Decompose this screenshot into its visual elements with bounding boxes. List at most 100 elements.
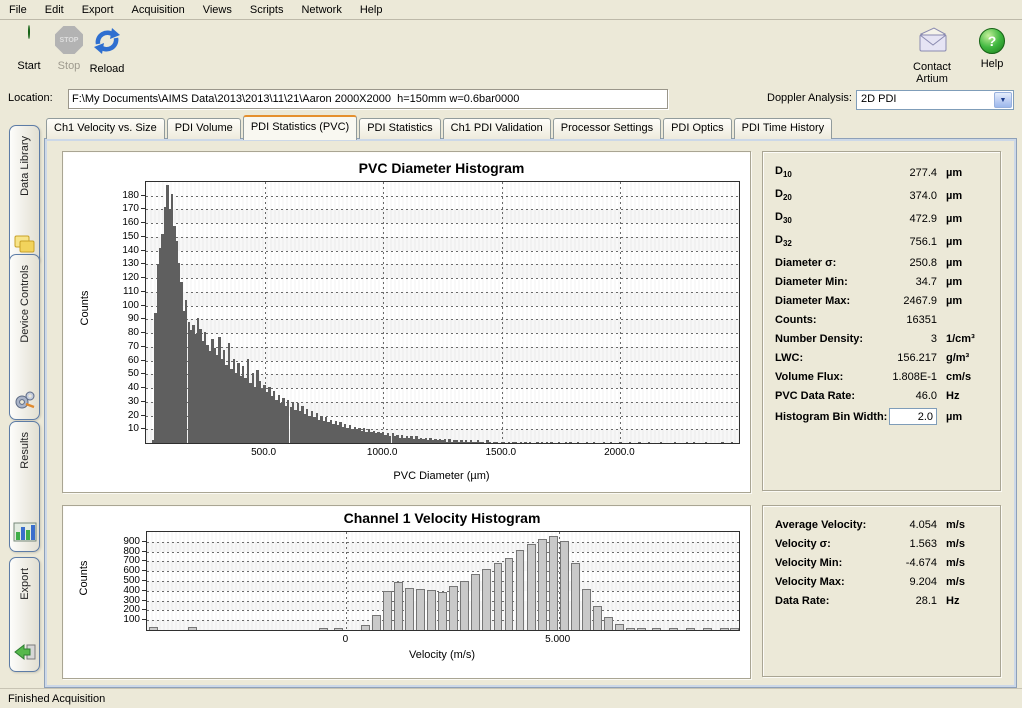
- sidebar-item-label: Results: [19, 432, 31, 469]
- reload-icon: [92, 26, 122, 56]
- location-label: Location:: [8, 92, 53, 104]
- gears-icon: [13, 389, 37, 411]
- sidebar-item-label: Export: [19, 568, 31, 600]
- menu-item-help[interactable]: Help: [351, 2, 392, 18]
- stat-row-number-density: Number Density:31/cm³: [775, 329, 990, 348]
- stat-row-velocity-min: Velocity Min:-4.674m/s: [775, 553, 990, 572]
- gridline: [147, 581, 739, 582]
- tab-pdi-volume[interactable]: PDI Volume: [167, 118, 241, 139]
- bar-chart-icon: [13, 521, 37, 543]
- stat-label: Number Density:: [775, 333, 875, 345]
- tab-pdi-optics[interactable]: PDI Optics: [663, 118, 732, 139]
- gridline: [147, 542, 739, 543]
- velocity-y-axis-label: Counts: [78, 548, 90, 608]
- velocity-histogram-panel: Channel 1 Velocity Histogram Counts Velo…: [62, 505, 751, 679]
- y-tick-label: 100: [106, 614, 140, 625]
- stat-label: Average Velocity:: [775, 519, 875, 531]
- sidebar-item-export[interactable]: Export: [9, 557, 40, 672]
- stat-value: 46.0: [875, 390, 937, 402]
- stat-row-d32: D32756.1µm: [775, 230, 990, 253]
- menu-item-edit[interactable]: Edit: [36, 2, 73, 18]
- gridline: [147, 561, 739, 562]
- menu-item-file[interactable]: File: [0, 2, 36, 18]
- stat-value: 472.9: [875, 213, 937, 225]
- tab-ch1-pdi-validation[interactable]: Ch1 PDI Validation: [443, 118, 551, 139]
- y-tick-label: 160: [105, 217, 139, 228]
- y-tick-label: 100: [105, 300, 139, 311]
- tab-pdi-statistics[interactable]: PDI Statistics: [359, 118, 440, 139]
- stat-row-d10: D10277.4µm: [775, 161, 990, 184]
- stat-value: 250.8: [875, 257, 937, 269]
- histogram-bin-width-input[interactable]: [889, 408, 937, 425]
- stat-unit: Hz: [937, 595, 990, 607]
- y-tick-label: 500: [106, 575, 140, 586]
- tab-pdi-time-history[interactable]: PDI Time History: [734, 118, 833, 139]
- stat-label: Counts:: [775, 314, 875, 326]
- sidebar-item-data-library[interactable]: Data Library: [9, 125, 40, 265]
- tab-pdi-statistics-pvc[interactable]: PDI Statistics (PVC): [243, 115, 357, 140]
- pvc-stats-panel: D10277.4µmD20374.0µmD30472.9µmD32756.1µm…: [762, 151, 1001, 491]
- gridline: [146, 223, 739, 224]
- stat-value: 1.563: [875, 538, 937, 550]
- stat-value: 4.054: [875, 519, 937, 531]
- stat-value: 34.7: [875, 276, 937, 288]
- menu-item-scripts[interactable]: Scripts: [241, 2, 293, 18]
- y-tick-label: 180: [105, 190, 139, 201]
- stat-unit: g/m³: [937, 352, 990, 364]
- stat-unit: µm: [937, 213, 990, 225]
- y-tick-label: 400: [106, 585, 140, 596]
- gridline: [147, 552, 739, 553]
- tab-ch1-velocity-vs-size[interactable]: Ch1 Velocity vs. Size: [46, 118, 165, 139]
- sidebar-item-label: Data Library: [19, 136, 31, 196]
- x-tick-label: 5.000: [545, 634, 570, 645]
- reload-button[interactable]: Reload: [84, 26, 130, 75]
- stat-label: Data Rate:: [775, 595, 875, 607]
- gridline: [146, 292, 739, 293]
- stat-label: Diameter σ:: [775, 257, 875, 269]
- stat-row-lwc: LWC:156.217g/m³: [775, 348, 990, 367]
- location-input[interactable]: [68, 89, 668, 109]
- stat-label: Velocity Max:: [775, 576, 875, 588]
- chevron-down-icon[interactable]: ▼: [994, 92, 1012, 108]
- stat-unit: m/s: [937, 519, 990, 531]
- menu-item-network[interactable]: Network: [292, 2, 350, 18]
- tab-processor-settings[interactable]: Processor Settings: [553, 118, 661, 139]
- stat-value: -4.674: [875, 557, 937, 569]
- stat-unit: µm: [937, 411, 990, 423]
- stat-label: Volume Flux:: [775, 371, 875, 383]
- stat-unit: m/s: [937, 576, 990, 588]
- sidebar-item-device-controls[interactable]: Device Controls: [9, 254, 40, 420]
- stat-label: Diameter Max:: [775, 295, 875, 307]
- sidebar-item-results[interactable]: Results: [9, 421, 40, 552]
- stat-unit: cm/s: [937, 371, 990, 383]
- menu-item-views[interactable]: Views: [194, 2, 241, 18]
- help-button[interactable]: ? Help: [972, 26, 1012, 70]
- x-tick-label: 500.0: [251, 447, 276, 458]
- stat-row-diameter-min: Diameter Min:34.7µm: [775, 272, 990, 291]
- y-tick-label: 10: [105, 423, 139, 434]
- gridline: [146, 333, 739, 334]
- y-tick-label: 130: [105, 258, 139, 269]
- doppler-analysis-select[interactable]: 2D PDI ▼: [856, 90, 1014, 110]
- gridline: [147, 571, 739, 572]
- menu-bar: FileEditExportAcquisitionViewsScriptsNet…: [0, 0, 1022, 20]
- gridline: [146, 306, 739, 307]
- stat-row-velocity: Velocity σ:1.563m/s: [775, 534, 990, 553]
- gridline: [146, 361, 739, 362]
- y-tick-label: 700: [106, 555, 140, 566]
- stat-label: D10: [775, 165, 875, 179]
- stat-value: 9.204: [875, 576, 937, 588]
- y-tick-label: 50: [105, 368, 139, 379]
- folders-icon: [13, 234, 37, 256]
- pvc-histogram-plot: [145, 181, 740, 444]
- stat-unit: m/s: [937, 557, 990, 569]
- stat-label: LWC:: [775, 352, 875, 364]
- menu-item-export[interactable]: Export: [73, 2, 123, 18]
- pvc-histogram-panel: PVC Diameter Histogram Counts PVC Diamet…: [62, 151, 751, 493]
- tab-strip: Ch1 Velocity vs. SizePDI VolumePDI Stati…: [46, 117, 834, 139]
- menu-item-acquisition[interactable]: Acquisition: [123, 2, 194, 18]
- stat-label: D20: [775, 188, 875, 202]
- stat-label: PVC Data Rate:: [775, 390, 875, 402]
- stat-unit: 1/cm³: [937, 333, 990, 345]
- contact-artium-button[interactable]: Contact Artium: [896, 26, 968, 85]
